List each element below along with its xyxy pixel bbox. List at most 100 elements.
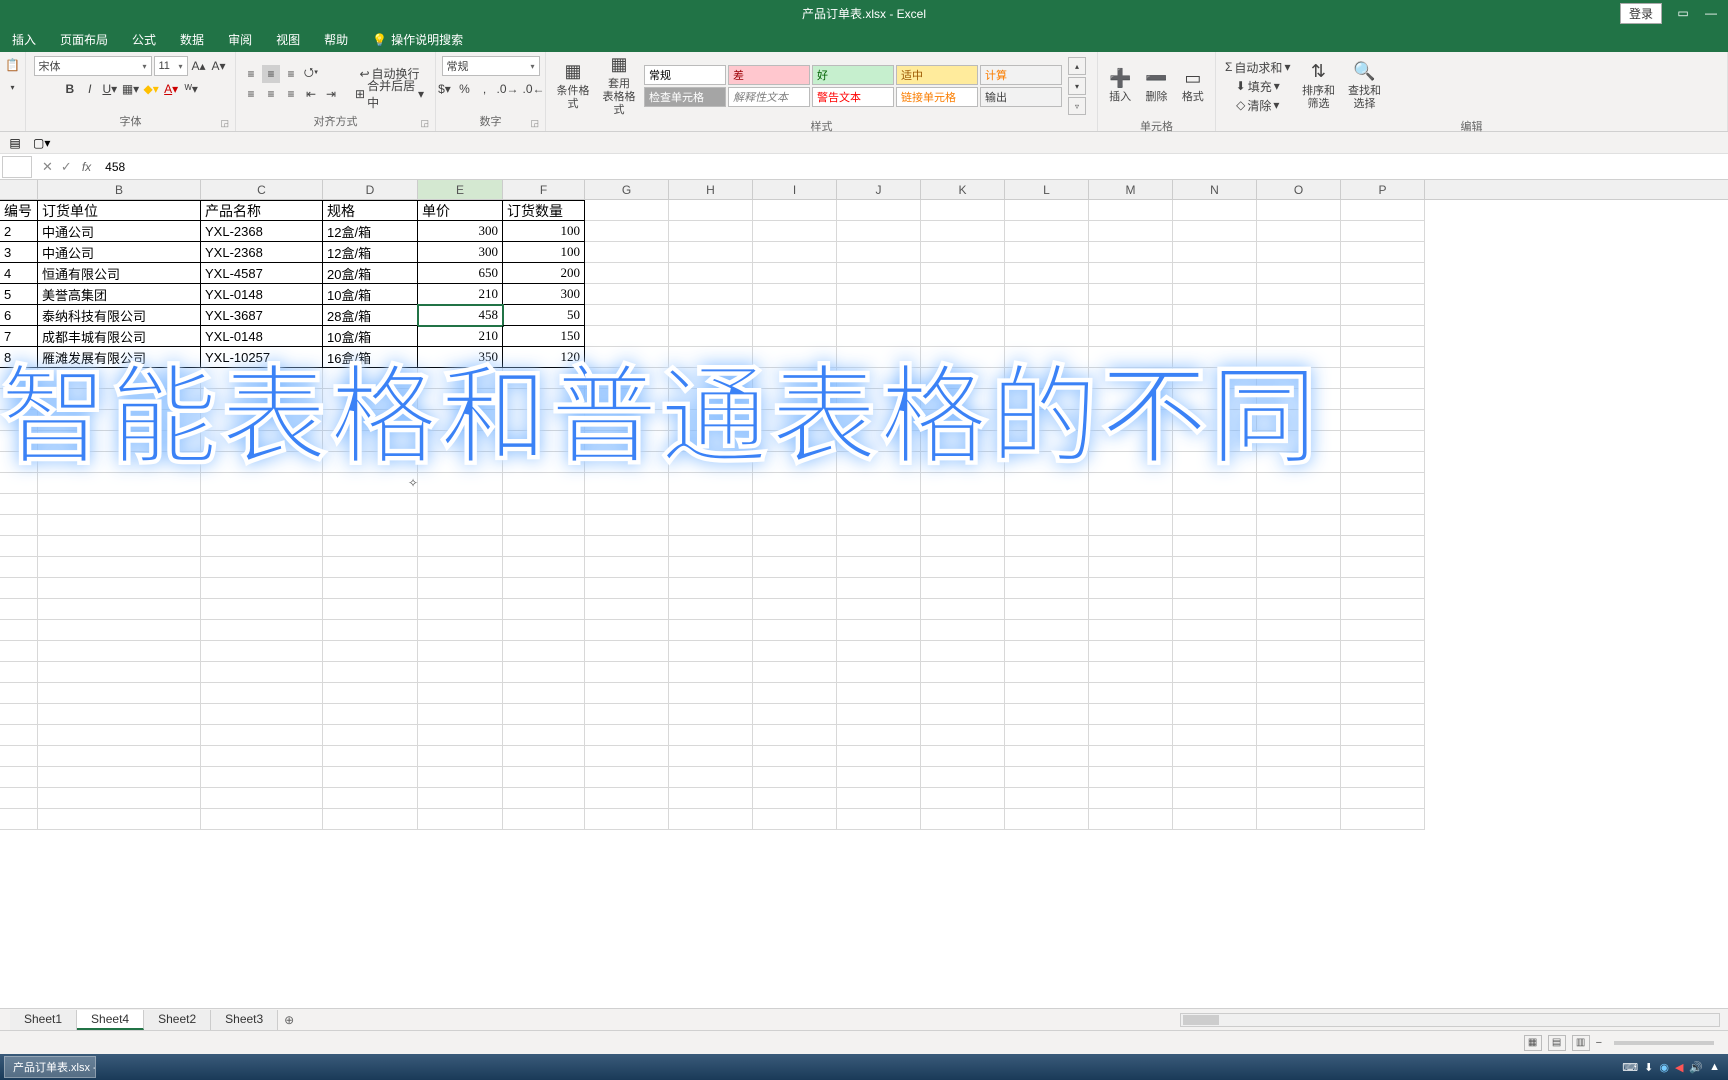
cell[interactable] [669,452,753,473]
cell[interactable] [38,641,201,662]
cell[interactable] [1173,368,1257,389]
cell[interactable] [1341,263,1425,284]
cell[interactable] [921,725,1005,746]
cell[interactable] [418,536,503,557]
cell[interactable] [418,725,503,746]
format-as-table-button[interactable]: ▦套用 表格格式 [598,56,640,116]
cell[interactable]: 4 [0,263,38,284]
cell[interactable] [1173,305,1257,326]
cell[interactable] [418,578,503,599]
cell[interactable] [1341,788,1425,809]
cell[interactable] [38,599,201,620]
cell[interactable]: 200 [503,263,585,284]
cell[interactable] [837,305,921,326]
cell[interactable] [1341,200,1425,221]
cell[interactable] [1257,788,1341,809]
cell[interactable] [1089,704,1173,725]
cell[interactable]: YXL-0148 [201,284,323,305]
cell[interactable] [585,326,669,347]
cell[interactable] [837,767,921,788]
cell[interactable] [503,767,585,788]
minimize-icon[interactable]: — [1704,7,1718,19]
cell[interactable] [418,368,503,389]
cell[interactable] [418,809,503,830]
decrease-decimal-icon[interactable]: .0← [522,80,546,98]
cell[interactable] [921,704,1005,725]
cell[interactable] [837,641,921,662]
cell[interactable] [1257,368,1341,389]
cell[interactable] [1341,494,1425,515]
cell[interactable] [1089,410,1173,431]
cell[interactable] [0,368,38,389]
cell[interactable] [503,494,585,515]
cell[interactable]: 订货数量 [503,200,585,221]
cell[interactable] [1089,221,1173,242]
cell[interactable]: 650 [418,263,503,284]
cell[interactable] [753,767,837,788]
cell[interactable] [201,494,323,515]
increase-font-icon[interactable]: A▴ [190,57,208,75]
cell[interactable] [418,452,503,473]
cell[interactable] [0,704,38,725]
cell-style-option[interactable]: 常规 [644,65,726,85]
cell[interactable] [323,599,418,620]
cell[interactable] [0,725,38,746]
cell[interactable]: 中通公司 [38,242,201,263]
cell[interactable] [323,746,418,767]
font-size-combo[interactable]: 11▾ [154,56,188,76]
cell[interactable] [921,809,1005,830]
cell-style-option[interactable]: 差 [728,65,810,85]
cell[interactable] [1005,662,1089,683]
cell[interactable] [1005,620,1089,641]
cell[interactable] [0,599,38,620]
cell[interactable]: 100 [503,242,585,263]
cell[interactable] [1257,284,1341,305]
cell[interactable] [753,662,837,683]
cell[interactable] [1173,242,1257,263]
cell[interactable]: YXL-2368 [201,221,323,242]
cell[interactable] [753,410,837,431]
cell[interactable]: 12盒/箱 [323,242,418,263]
cell[interactable] [669,725,753,746]
paste-dropdown-icon[interactable]: ▾ [4,78,22,96]
cell[interactable] [418,788,503,809]
cell[interactable] [585,515,669,536]
column-header[interactable]: K [921,180,1005,199]
cell[interactable] [585,221,669,242]
cell[interactable] [418,746,503,767]
cell[interactable] [418,662,503,683]
cell[interactable] [921,620,1005,641]
cell[interactable] [669,347,753,368]
sheet-tab[interactable]: Sheet1 [10,1010,77,1030]
cell[interactable]: 7 [0,326,38,347]
cell[interactable] [1005,599,1089,620]
cell[interactable] [753,389,837,410]
cell[interactable] [1089,767,1173,788]
cell[interactable] [753,515,837,536]
cell[interactable] [1173,725,1257,746]
cell[interactable] [418,767,503,788]
cell[interactable] [1257,536,1341,557]
cell[interactable] [837,704,921,725]
cell[interactable] [0,662,38,683]
cell[interactable]: YXL-0148 [201,326,323,347]
dialog-launcher-icon[interactable]: ◲ [530,118,539,129]
conditional-format-button[interactable]: ▦条件格式 [552,56,594,116]
cell[interactable]: 5 [0,284,38,305]
cell[interactable] [585,347,669,368]
cell[interactable] [0,557,38,578]
cell[interactable] [921,536,1005,557]
cell[interactable] [1089,431,1173,452]
cell[interactable] [921,431,1005,452]
fill-color-button[interactable]: ◆▾ [142,80,160,98]
orientation-icon[interactable]: ⭯▾ [302,65,320,83]
cell[interactable] [1005,221,1089,242]
underline-button[interactable]: U▾ [101,80,119,98]
cell-style-option[interactable]: 检查单元格 [644,87,726,107]
cell[interactable] [201,452,323,473]
cell[interactable] [1005,242,1089,263]
cell[interactable] [837,368,921,389]
cell[interactable] [38,704,201,725]
cell[interactable] [503,410,585,431]
cell[interactable] [1089,746,1173,767]
